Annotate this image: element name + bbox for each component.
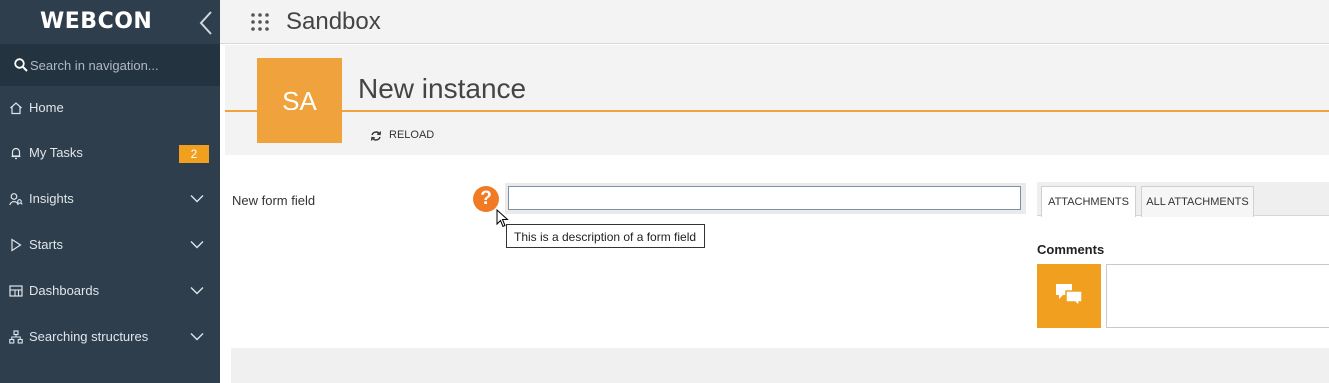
page-title: New instance: [358, 73, 527, 104]
sidebar-item-label: My Tasks: [29, 145, 83, 160]
comments-icon: [1056, 284, 1083, 308]
bell-icon: [11, 147, 21, 160]
play-icon: [11, 238, 22, 252]
top-bar: Sandbox: [220, 0, 1329, 44]
user-search-icon: [9, 193, 23, 206]
sidebar-item-home[interactable]: Home: [0, 86, 220, 130]
reload-label: RELOAD: [389, 129, 435, 141]
header-divider: [225, 110, 1329, 112]
navigation-search: [0, 44, 220, 86]
logo-row: WEBCON: [0, 0, 220, 44]
refresh-icon: [370, 131, 382, 141]
chevron-down-icon: [190, 195, 204, 203]
collapse-sidebar-icon[interactable]: [196, 10, 216, 36]
home-icon: [10, 102, 22, 115]
sidebar-item-my-tasks[interactable]: My Tasks 2: [0, 131, 220, 175]
form-field-label: New form field: [232, 193, 316, 208]
tab-attachments[interactable]: ATTACHMENTS: [1041, 186, 1136, 217]
field-description-tooltip: This is a description of a form field: [506, 224, 705, 248]
bottom-section: [231, 348, 1329, 383]
sidebar-item-label: Insights: [29, 191, 74, 206]
org-chart-icon: [9, 330, 23, 344]
chevron-down-icon: [190, 287, 204, 295]
sidebar-item-dashboards[interactable]: Dashboards: [0, 269, 220, 313]
search-input[interactable]: [30, 54, 210, 76]
avatar: SA: [257, 58, 342, 143]
comment-input[interactable]: [1106, 264, 1329, 328]
sidebar-item-searching-structures[interactable]: Searching structures: [0, 315, 220, 359]
chevron-down-icon: [190, 241, 204, 249]
attachments-tabs: ATTACHMENTS ALL ATTACHMENTS: [1037, 182, 1329, 217]
app-launcher-icon[interactable]: [250, 12, 270, 32]
comments-title: Comments: [1037, 242, 1105, 257]
sidebar-item-label: Starts: [29, 237, 63, 252]
sidebar-item-label: Dashboards: [29, 283, 100, 298]
app-title: Sandbox: [286, 8, 381, 35]
sidebar-item-insights[interactable]: Insights: [0, 177, 220, 221]
tab-all-attachments[interactable]: ALL ATTACHMENTS: [1141, 186, 1254, 217]
logo: WEBCON: [40, 9, 153, 34]
add-comment-button[interactable]: [1037, 264, 1101, 328]
sidebar-item-label: Searching structures: [29, 329, 149, 344]
dashboard-icon: [9, 285, 23, 297]
form-field-container: [505, 183, 1026, 214]
sidebar-item-label: Home: [29, 100, 64, 115]
sidebar-item-starts[interactable]: Starts: [0, 223, 220, 267]
tasks-count-badge: 2: [179, 145, 209, 163]
sidebar: WEBCON Home My Tasks 2 Insights Starts D…: [0, 0, 220, 383]
chevron-down-icon: [190, 333, 204, 341]
search-icon: [14, 58, 28, 72]
instance-header: SA New instance RELOAD: [225, 45, 1329, 155]
new-form-field-input[interactable]: [508, 186, 1021, 210]
